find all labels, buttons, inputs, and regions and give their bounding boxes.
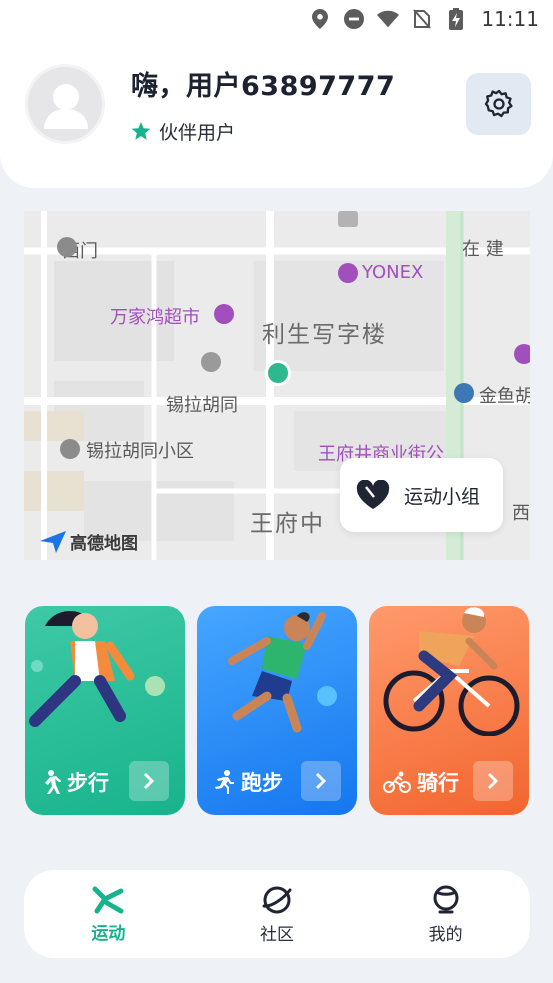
member-level-label: 伙伴用户 bbox=[159, 122, 236, 144]
map-label-jinyu: 金鱼胡 bbox=[479, 386, 530, 407]
current-location-icon bbox=[265, 360, 291, 386]
gate-pin-icon bbox=[57, 237, 77, 257]
map-poi-supermarket[interactable]: 万家鸿超市 bbox=[110, 303, 200, 329]
star-icon bbox=[131, 122, 151, 140]
restroom-pin-icon bbox=[201, 352, 221, 372]
amap-logo-text: 高德地图 bbox=[70, 534, 138, 554]
wifi-icon bbox=[377, 8, 400, 30]
supermarket-pin-icon bbox=[214, 304, 234, 324]
amap-arrow-icon bbox=[40, 530, 66, 553]
location-icon bbox=[309, 8, 331, 30]
chevron-right-icon bbox=[315, 772, 327, 790]
map-poi-yonex[interactable]: YONEX bbox=[362, 262, 423, 283]
gear-icon bbox=[484, 89, 513, 118]
tab-sport-label: 运动 bbox=[91, 923, 126, 944]
tab-sport[interactable]: 运动 bbox=[48, 885, 168, 944]
chevron-right-icon bbox=[143, 772, 155, 790]
battery-charging-icon bbox=[445, 8, 467, 30]
walker-illustration bbox=[29, 611, 165, 727]
sport-tab-icon bbox=[92, 886, 124, 913]
runner-illustration bbox=[228, 612, 337, 733]
transit-pin-icon bbox=[454, 383, 474, 403]
no-sim-icon bbox=[411, 8, 433, 30]
run-arrow-button[interactable] bbox=[301, 761, 341, 801]
status-bar: 11:11 bbox=[0, 0, 553, 38]
map-label-building: 利生写字楼 bbox=[262, 322, 387, 348]
cyclist-illustration bbox=[383, 607, 520, 736]
ride-arrow-button[interactable] bbox=[473, 761, 513, 801]
bottom-tab-bar: 运动 社区 我的 bbox=[24, 870, 530, 958]
profile-face-icon bbox=[433, 885, 459, 913]
greeting-text: 嗨，用户63897777 bbox=[131, 71, 396, 102]
map-label-wangfu-middle: 王府中 bbox=[250, 511, 325, 537]
settings-button[interactable] bbox=[466, 73, 531, 135]
run-label-text: 跑步 bbox=[241, 771, 283, 795]
walk-label: 步行 bbox=[39, 767, 109, 797]
chevron-right-icon bbox=[487, 772, 499, 790]
ride-label-text: 骑行 bbox=[417, 771, 459, 795]
ride-label: 骑行 bbox=[383, 767, 459, 797]
cycling-icon bbox=[383, 771, 411, 793]
status-time: 11:11 bbox=[481, 7, 539, 31]
run-card[interactable]: 跑步 bbox=[197, 606, 357, 815]
do-not-disturb-icon bbox=[343, 8, 365, 30]
ride-card[interactable]: 骑行 bbox=[369, 606, 529, 815]
avatar[interactable] bbox=[25, 64, 105, 144]
running-icon bbox=[215, 770, 234, 794]
map-label-west-short: 西 bbox=[512, 503, 530, 524]
sport-groups-button[interactable]: 运动小组 bbox=[340, 458, 503, 532]
tab-mine[interactable]: 我的 bbox=[386, 884, 506, 945]
edge-shop-pin-icon bbox=[514, 344, 530, 364]
heart-icon bbox=[356, 480, 390, 509]
run-label: 跑步 bbox=[211, 767, 283, 797]
planet-icon bbox=[262, 886, 292, 913]
walk-card[interactable]: 步行 bbox=[25, 606, 185, 815]
map-label-construction: 在 建 bbox=[462, 239, 504, 260]
amap-logo: 高德地图 bbox=[40, 529, 138, 554]
shop-pin-icon bbox=[338, 263, 358, 283]
member-badge: 伙伴用户 bbox=[131, 118, 235, 145]
walk-label-text: 步行 bbox=[67, 771, 109, 795]
tab-community-label: 社区 bbox=[259, 924, 294, 945]
sport-groups-label: 运动小组 bbox=[404, 485, 481, 508]
walk-arrow-button[interactable] bbox=[129, 761, 169, 801]
tab-mine-label: 我的 bbox=[428, 924, 463, 945]
map-poi-xila-community[interactable]: 锡拉胡同小区 bbox=[86, 437, 194, 463]
community-pin-icon bbox=[60, 439, 80, 459]
map-label-xila-hutong: 锡拉胡同 bbox=[166, 395, 238, 416]
walking-icon bbox=[45, 770, 61, 794]
tab-community[interactable]: 社区 bbox=[217, 884, 337, 945]
